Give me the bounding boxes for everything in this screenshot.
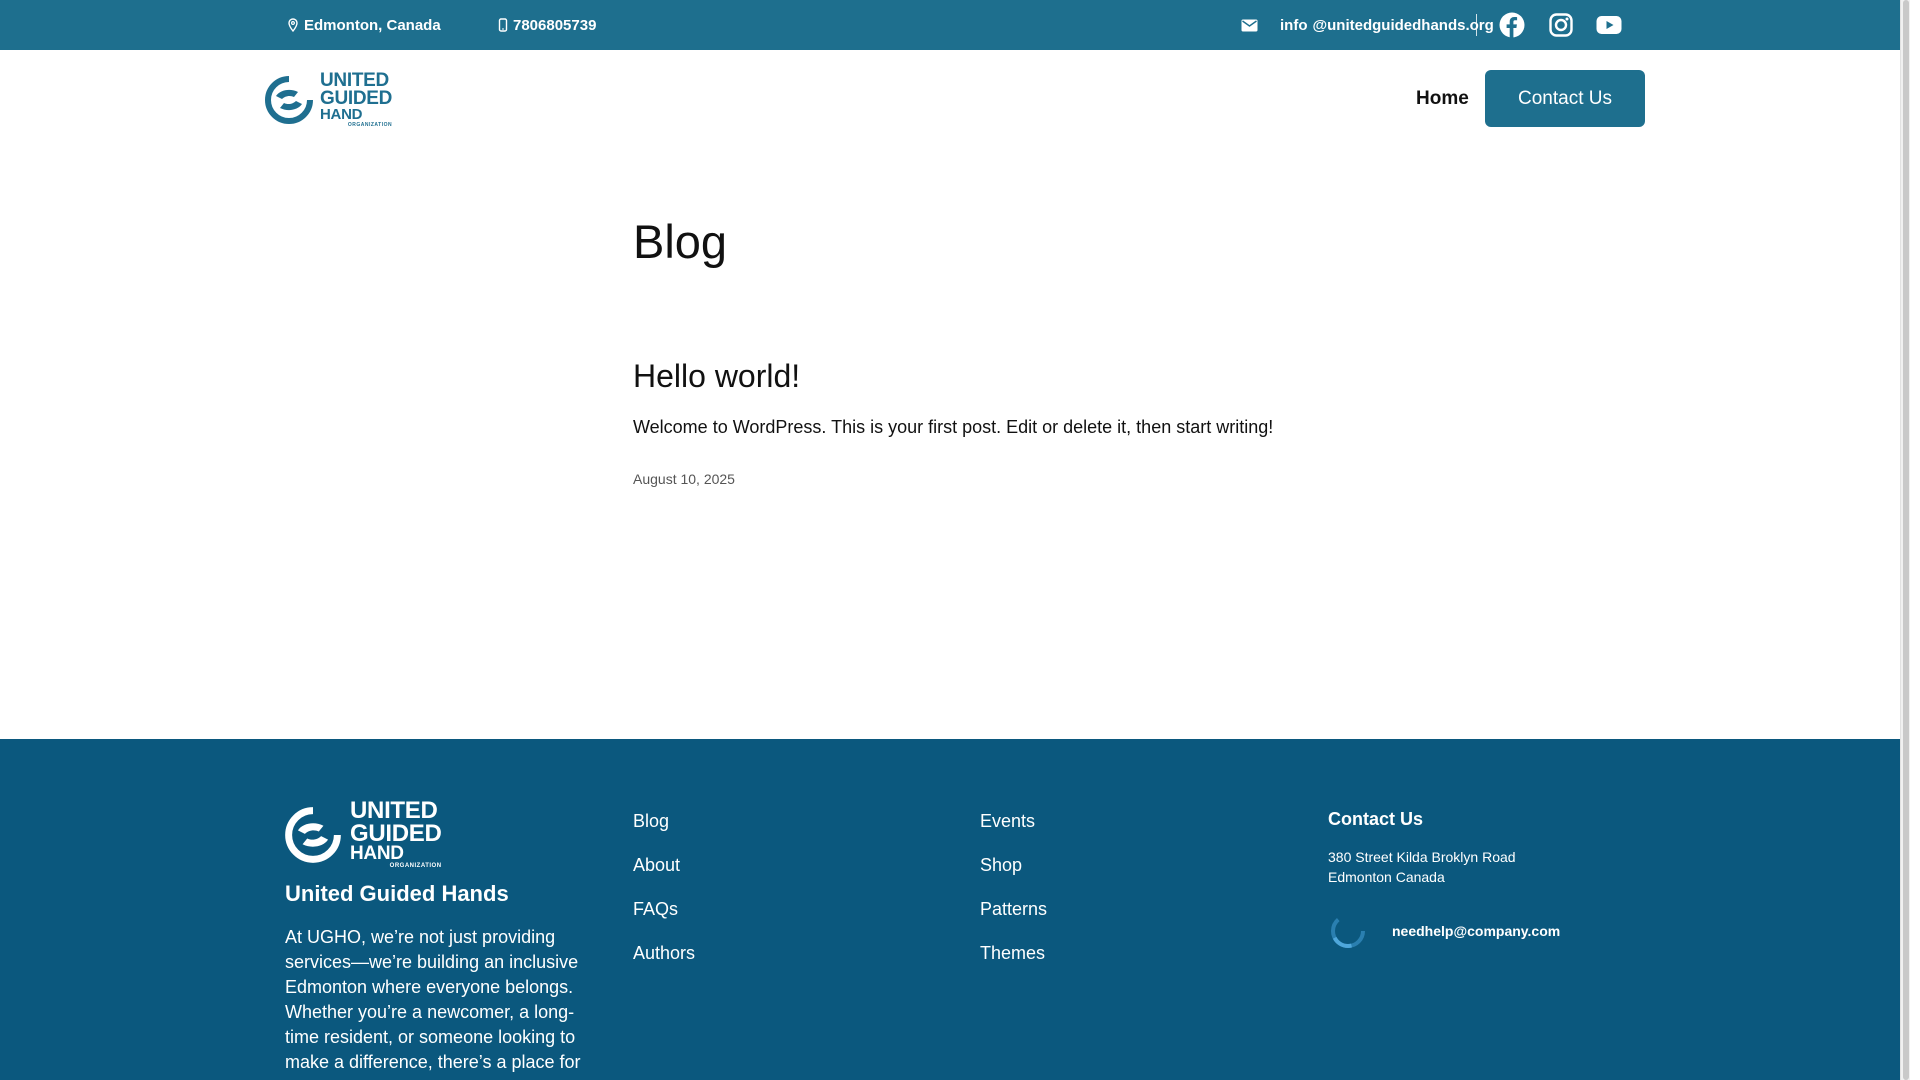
footer-links-col2: Events Shop Patterns Themes	[980, 811, 1047, 987]
hand-logo-icon	[265, 76, 313, 124]
footer-link-faqs[interactable]: FAQs	[633, 899, 695, 921]
footer-link-authors[interactable]: Authors	[633, 943, 695, 965]
post-title-link[interactable]: Hello world!	[633, 358, 800, 395]
footer-logo-line2: GUIDED	[350, 819, 442, 847]
footer-about-text: At UGHO, we’re not just providing servic…	[285, 927, 581, 1072]
scrollbar-thumb[interactable]	[1903, 0, 1909, 1080]
site-header: UNITED GUIDED HAND ORGANIZATION Home Con…	[0, 50, 1910, 150]
email-link[interactable]: info @unitedguidedhands.org	[1280, 0, 1494, 50]
email-spinner-icon	[1331, 914, 1365, 948]
address-line2: Edmonton Canada	[1328, 869, 1445, 885]
footer-logo-wordmark: UNITED GUIDED HAND ORGANIZATION	[350, 798, 442, 870]
footer-link-shop[interactable]: Shop	[980, 855, 1047, 877]
topbar-divider	[1476, 14, 1477, 36]
footer-link-themes[interactable]: Themes	[980, 943, 1047, 965]
youtube-icon	[1596, 16, 1622, 34]
phone-info[interactable]: 7806805739	[498, 0, 596, 50]
email-domain: @unitedguidedhands.org	[1312, 16, 1494, 34]
logo-line3: HAND	[320, 106, 363, 124]
facebook-icon	[1499, 12, 1525, 38]
footer-link-events[interactable]: Events	[980, 811, 1047, 833]
site-footer: UNITED GUIDED HAND ORGANIZATION United G…	[0, 739, 1910, 1080]
phone-icon	[498, 18, 508, 32]
email-user: info	[1280, 16, 1308, 34]
post-excerpt: Welcome to WordPress. This is your first…	[633, 417, 1274, 437]
footer-email-link[interactable]: needhelp@company.com	[1392, 923, 1560, 939]
nav-home-link[interactable]: Home	[1416, 88, 1469, 110]
logo-wordmark: UNITED GUIDED HAND ORGANIZATION	[320, 71, 393, 129]
logo-line4: ORGANIZATION	[347, 122, 393, 129]
hand-logo-icon	[285, 807, 341, 863]
footer-logo-line4: ORGANIZATION	[389, 863, 442, 870]
map-pin-icon	[288, 18, 298, 32]
address-line1: 380 Street Kilda Broklyn Road	[1328, 849, 1516, 865]
phone-text: 7806805739	[513, 16, 597, 34]
footer-link-blog[interactable]: Blog	[633, 811, 695, 833]
instagram-icon	[1549, 13, 1573, 37]
footer-address: 380 Street Kilda Broklyn Road Edmonton C…	[1328, 847, 1516, 887]
location-text: Edmonton, Canada	[304, 16, 441, 34]
post-date: August 10, 2025	[633, 471, 735, 487]
footer-links-col1: Blog About FAQs Authors	[633, 811, 695, 987]
footer-logo-row: HAND	[350, 843, 442, 865]
instagram-link[interactable]	[1548, 12, 1574, 38]
footer-link-about[interactable]: About	[633, 855, 695, 877]
page-scrollbar[interactable]	[1900, 0, 1910, 1080]
email-icon-wrap	[1241, 0, 1258, 50]
footer-logo[interactable]: UNITED GUIDED HAND ORGANIZATION	[284, 798, 524, 869]
footer-org-name: United Guided Hands	[285, 881, 509, 906]
location-info: Edmonton, Canada	[287, 0, 441, 50]
page: Edmonton, Canada 7806805739 info @unitedg…	[0, 0, 1910, 1080]
youtube-link[interactable]	[1596, 12, 1622, 38]
top-bar: Edmonton, Canada 7806805739 info @unitedg…	[0, 0, 1910, 50]
footer-contact-title: Contact Us	[1328, 809, 1424, 829]
footer-logo-line3: HAND	[350, 843, 404, 865]
footer-link-patterns[interactable]: Patterns	[980, 899, 1047, 921]
contact-us-button[interactable]: Contact Us	[1485, 70, 1645, 127]
page-title: Blog	[633, 215, 728, 268]
site-logo[interactable]: UNITED GUIDED HAND ORGANIZATION	[264, 71, 464, 129]
envelope-icon	[1241, 19, 1258, 31]
facebook-link[interactable]	[1499, 12, 1525, 38]
logo-row: HAND	[320, 106, 392, 124]
